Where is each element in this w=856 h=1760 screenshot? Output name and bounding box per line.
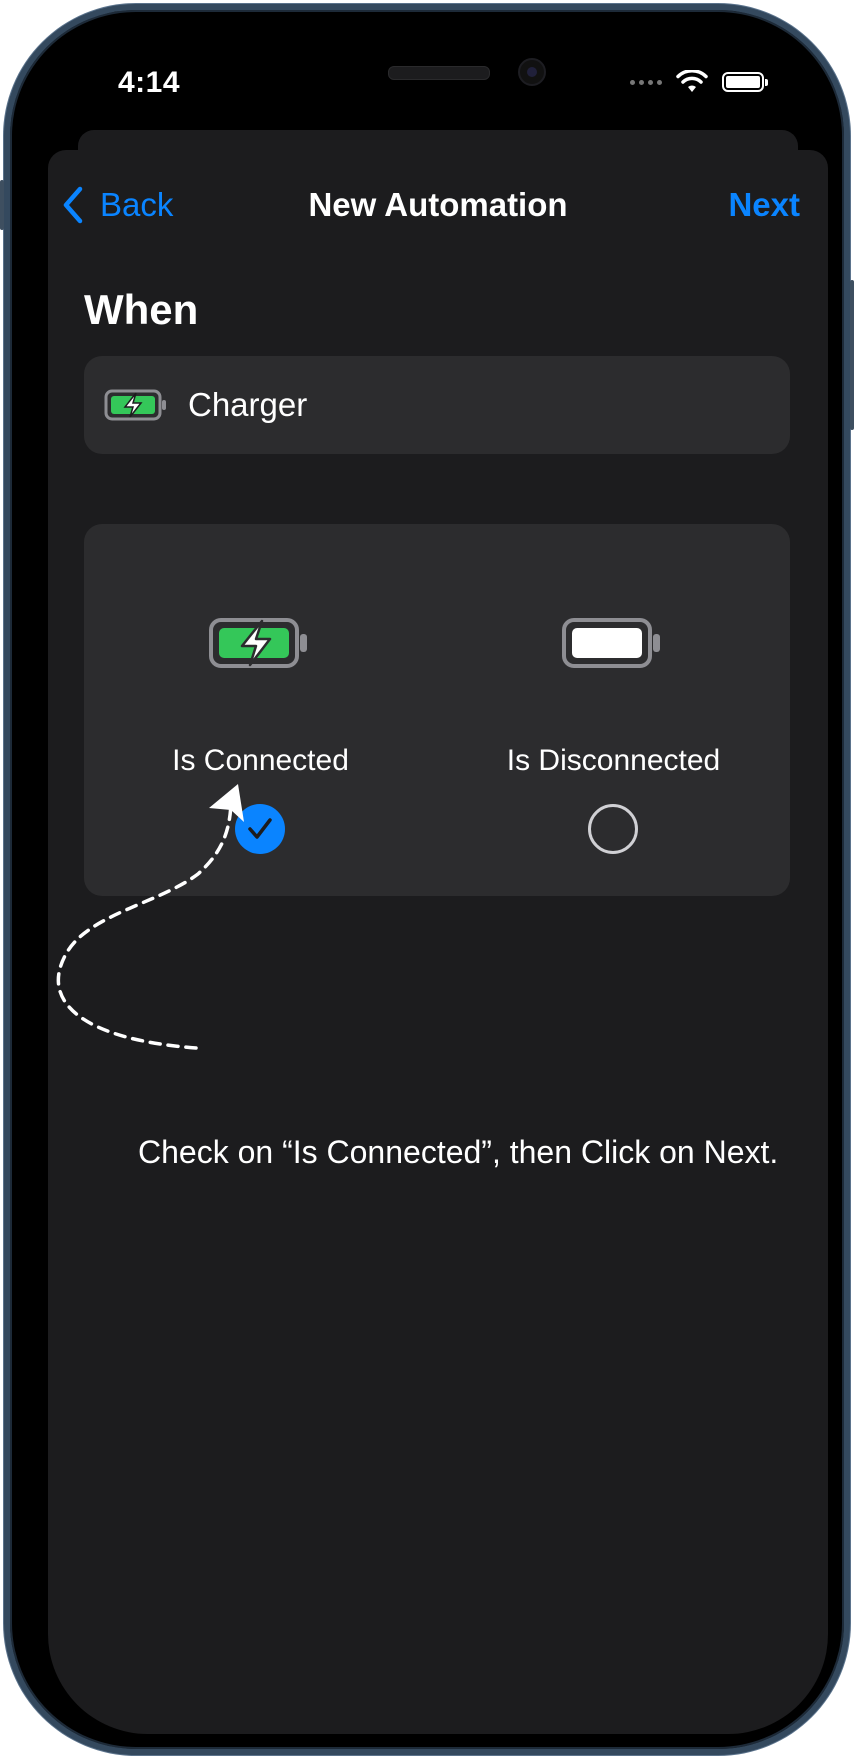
annotation-arrow [56, 784, 244, 1050]
annotation-text: Check on “Is Connected”, then Click on N… [138, 1134, 779, 1170]
phone-frame: 4:14 Back New Automation Next When Charg… [0, 4, 854, 1755]
phone-screen: 4:14 Back New Automation Next When Charg… [48, 44, 828, 1734]
side-button [850, 280, 854, 430]
side-button [0, 180, 4, 230]
